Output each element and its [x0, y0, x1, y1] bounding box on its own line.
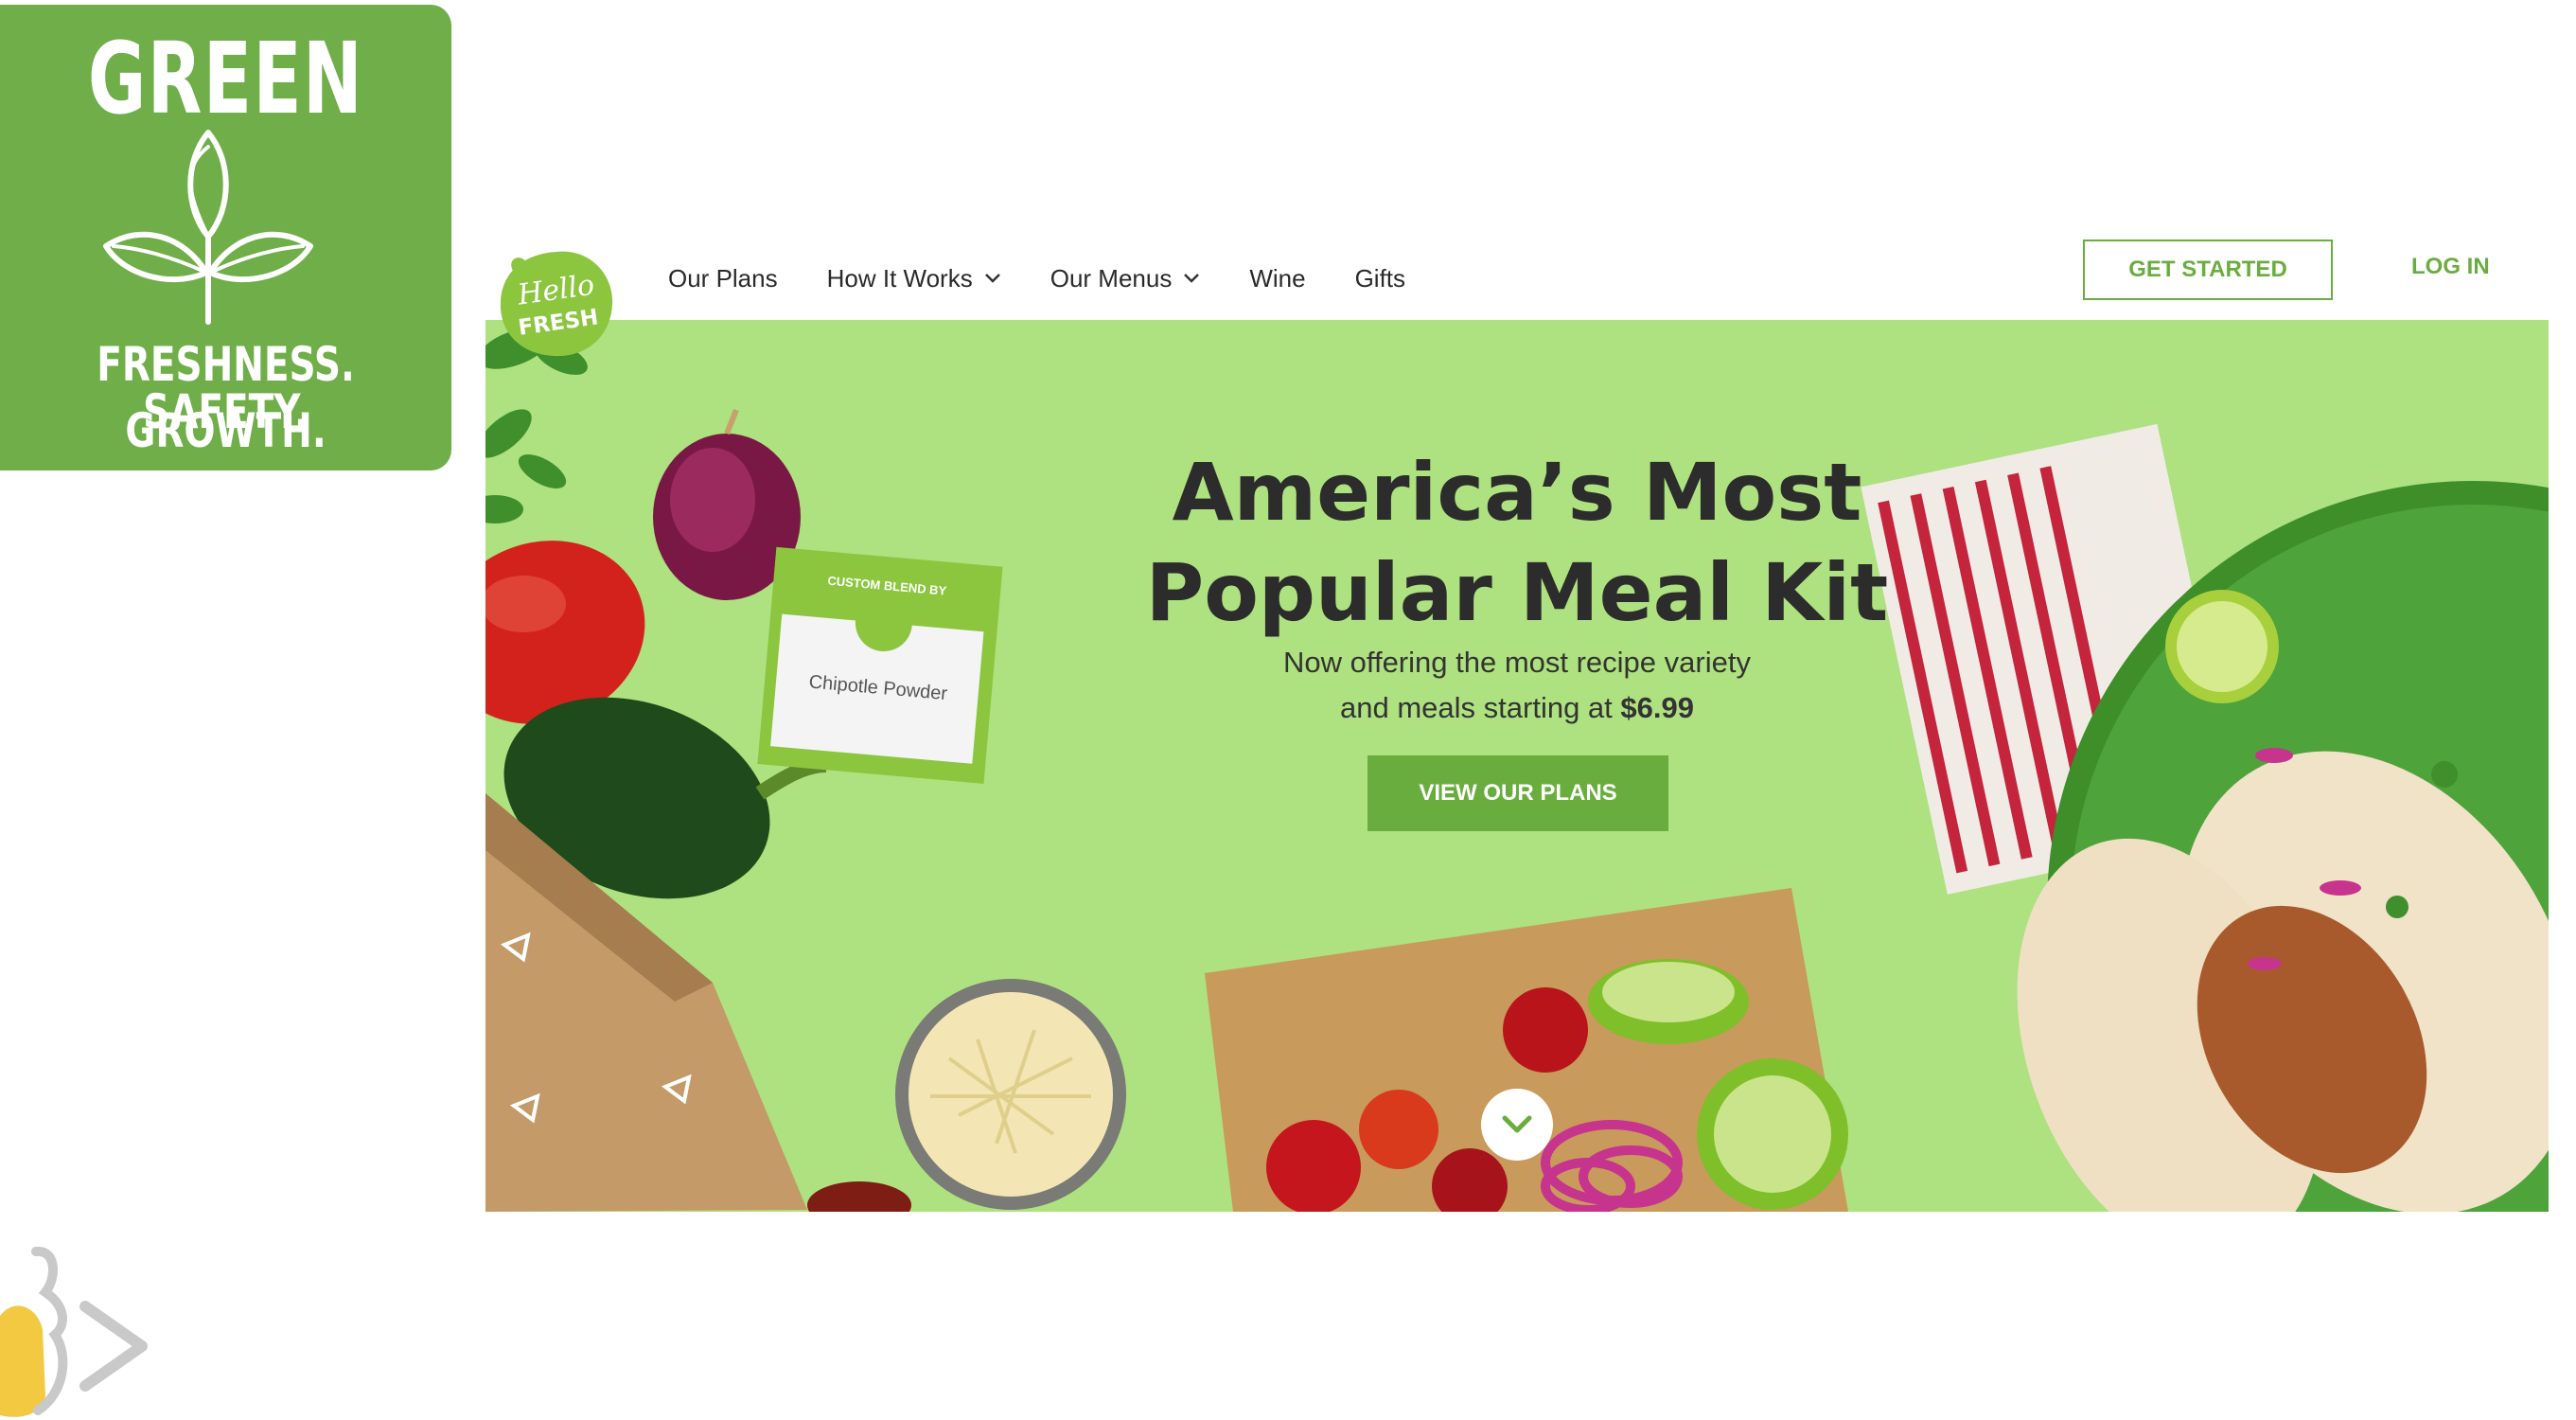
- nav-our-plans[interactable]: Our Plans: [668, 264, 778, 293]
- top-nav: Our Plans How It Works Our Menus Wine Gi…: [485, 237, 2549, 320]
- nav-label: How It Works: [826, 263, 973, 293]
- hero-title-line-2: Popular Meal Kit: [1145, 546, 1889, 639]
- hero-banner: Chipotle Powder CUSTOM BLEND BY America’…: [485, 320, 2549, 1212]
- badge-line-2: GROWTH.: [125, 403, 326, 458]
- hero-subtitle-line-1: Now offering the most recipe variety: [1283, 646, 1751, 679]
- hellofresh-logo[interactable]: Hello FRESH: [495, 246, 618, 360]
- nav-how-it-works[interactable]: How It Works: [827, 264, 1001, 293]
- brand-mark-icon: [0, 1247, 148, 1417]
- nav-label: Wine: [1249, 263, 1306, 293]
- nav-our-menus[interactable]: Our Menus: [1050, 264, 1201, 293]
- nav-label: Gifts: [1354, 263, 1406, 293]
- cheese-bowl: [895, 979, 1126, 1210]
- nav-links: Our Plans How It Works Our Menus Wine Gi…: [668, 237, 1405, 320]
- nav-wine[interactable]: Wine: [1249, 264, 1305, 293]
- scroll-down-button[interactable]: [1481, 1089, 1553, 1161]
- get-started-button[interactable]: GET STARTED: [2083, 240, 2333, 300]
- chevron-down-icon: [984, 274, 1000, 283]
- nav-label: Our Plans: [668, 263, 778, 293]
- green-badge: GREEN FRESHNESS. SAFETY. GROWTH.: [0, 5, 451, 470]
- nav-label: Our Menus: [1050, 263, 1173, 293]
- log-in-link[interactable]: LOG IN: [2411, 254, 2490, 280]
- hero-price: $6.99: [1620, 691, 1694, 724]
- chevron-down-icon: [1184, 274, 1200, 283]
- hellofresh-website: Our Plans How It Works Our Menus Wine Gi…: [485, 237, 2549, 1212]
- hero-subtitle-prefix: and meals starting at: [1340, 691, 1621, 724]
- chevron-down-icon: [1502, 1115, 1532, 1133]
- hero-title-line-1: America’s Most: [1172, 446, 1862, 539]
- view-our-plans-button[interactable]: VIEW OUR PLANS: [1367, 755, 1668, 831]
- leaf-sprout-icon: [103, 130, 313, 325]
- nav-gifts[interactable]: Gifts: [1355, 264, 1405, 293]
- hero-subtitle-line-2: and meals starting at $6.99: [485, 685, 2549, 731]
- badge-title: GREEN: [87, 21, 364, 136]
